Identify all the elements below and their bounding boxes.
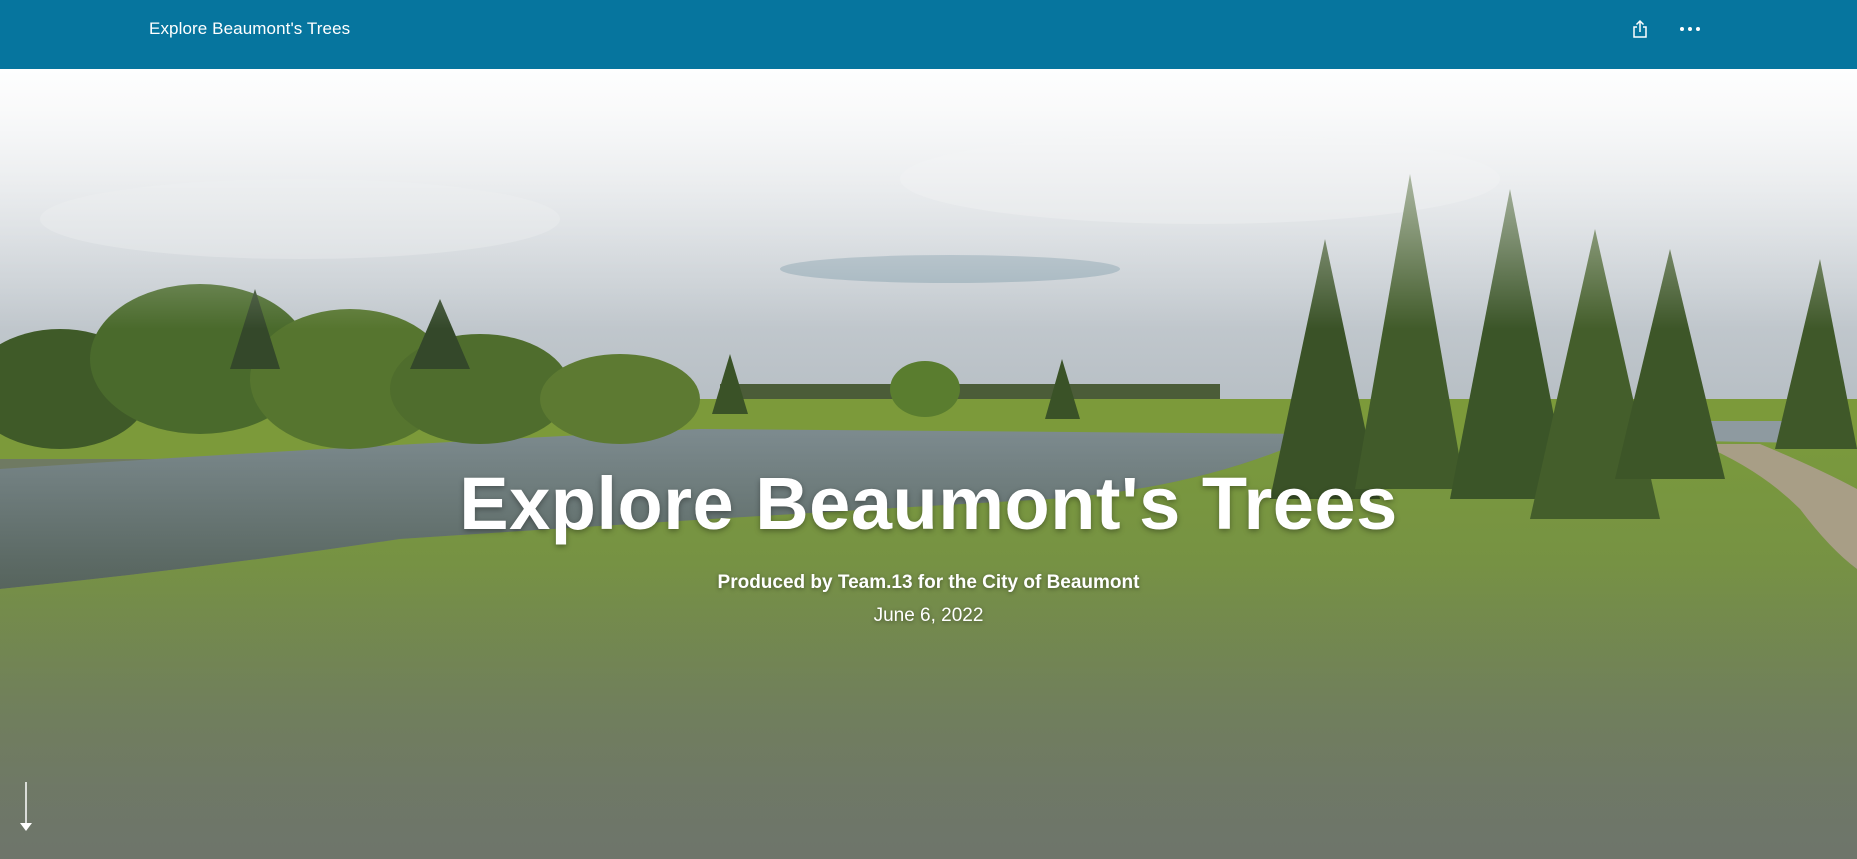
header-bar: Explore Beaumont's Trees xyxy=(0,0,1857,69)
arrow-down-icon xyxy=(20,782,32,831)
hero-subtitle: Produced by Team.13 for the City of Beau… xyxy=(717,572,1140,593)
more-options-icon xyxy=(1680,27,1700,31)
hero-date: June 6, 2022 xyxy=(873,605,984,626)
top-gradient-overlay xyxy=(0,69,1857,329)
more-options-button[interactable] xyxy=(1675,14,1705,44)
share-button[interactable] xyxy=(1625,14,1655,44)
share-icon xyxy=(1633,19,1647,38)
hero-title: Explore Beaumont's Trees xyxy=(459,462,1398,545)
bottom-gradient-overlay xyxy=(0,559,1857,859)
story-title: Explore Beaumont's Trees xyxy=(149,19,351,38)
scroll-down-button[interactable] xyxy=(17,780,35,834)
